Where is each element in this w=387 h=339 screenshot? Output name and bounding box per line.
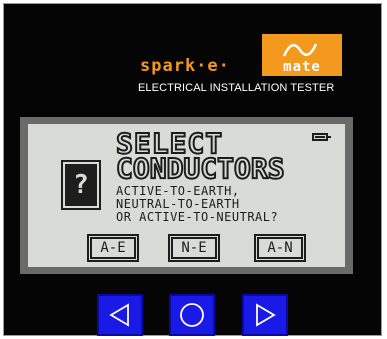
brand-logo: mate [262, 34, 342, 76]
soft-key-n-e[interactable]: N-E [170, 236, 218, 260]
left-button[interactable] [97, 294, 143, 336]
battery-icon [312, 133, 331, 141]
question-icon: ? [63, 162, 99, 208]
tester-device: spark·e· mate ELECTRICAL INSTALLATION TE… [3, 3, 382, 336]
lcd-screen: SELECT CONDUCTORS ? ACTIVE-TO-EARTH, NEU… [28, 124, 345, 267]
right-button[interactable] [242, 294, 288, 336]
lcd-bezel: SELECT CONDUCTORS ? ACTIVE-TO-EARTH, NEU… [20, 117, 353, 274]
brand-wordmark: spark·e· [140, 56, 230, 76]
prompt-line-3: OR ACTIVE-TO-NEUTRAL? [116, 210, 279, 224]
prompt-line-1: ACTIVE-TO-EARTH, [116, 184, 240, 198]
circle-icon [180, 303, 204, 327]
right-triangle-icon [256, 303, 276, 327]
left-triangle-icon [109, 303, 129, 327]
brand-tagline: ELECTRICAL INSTALLATION TESTER [138, 82, 335, 94]
soft-key-a-n[interactable]: A-N [256, 236, 304, 260]
soft-key-a-e[interactable]: A-E [89, 236, 137, 260]
screen-title-line-2: CONDUCTORS [115, 152, 286, 185]
brand-logo-word: mate [283, 59, 321, 75]
prompt-line-2: NEUTRAL-TO-EARTH [116, 197, 240, 211]
center-button[interactable] [169, 294, 215, 336]
